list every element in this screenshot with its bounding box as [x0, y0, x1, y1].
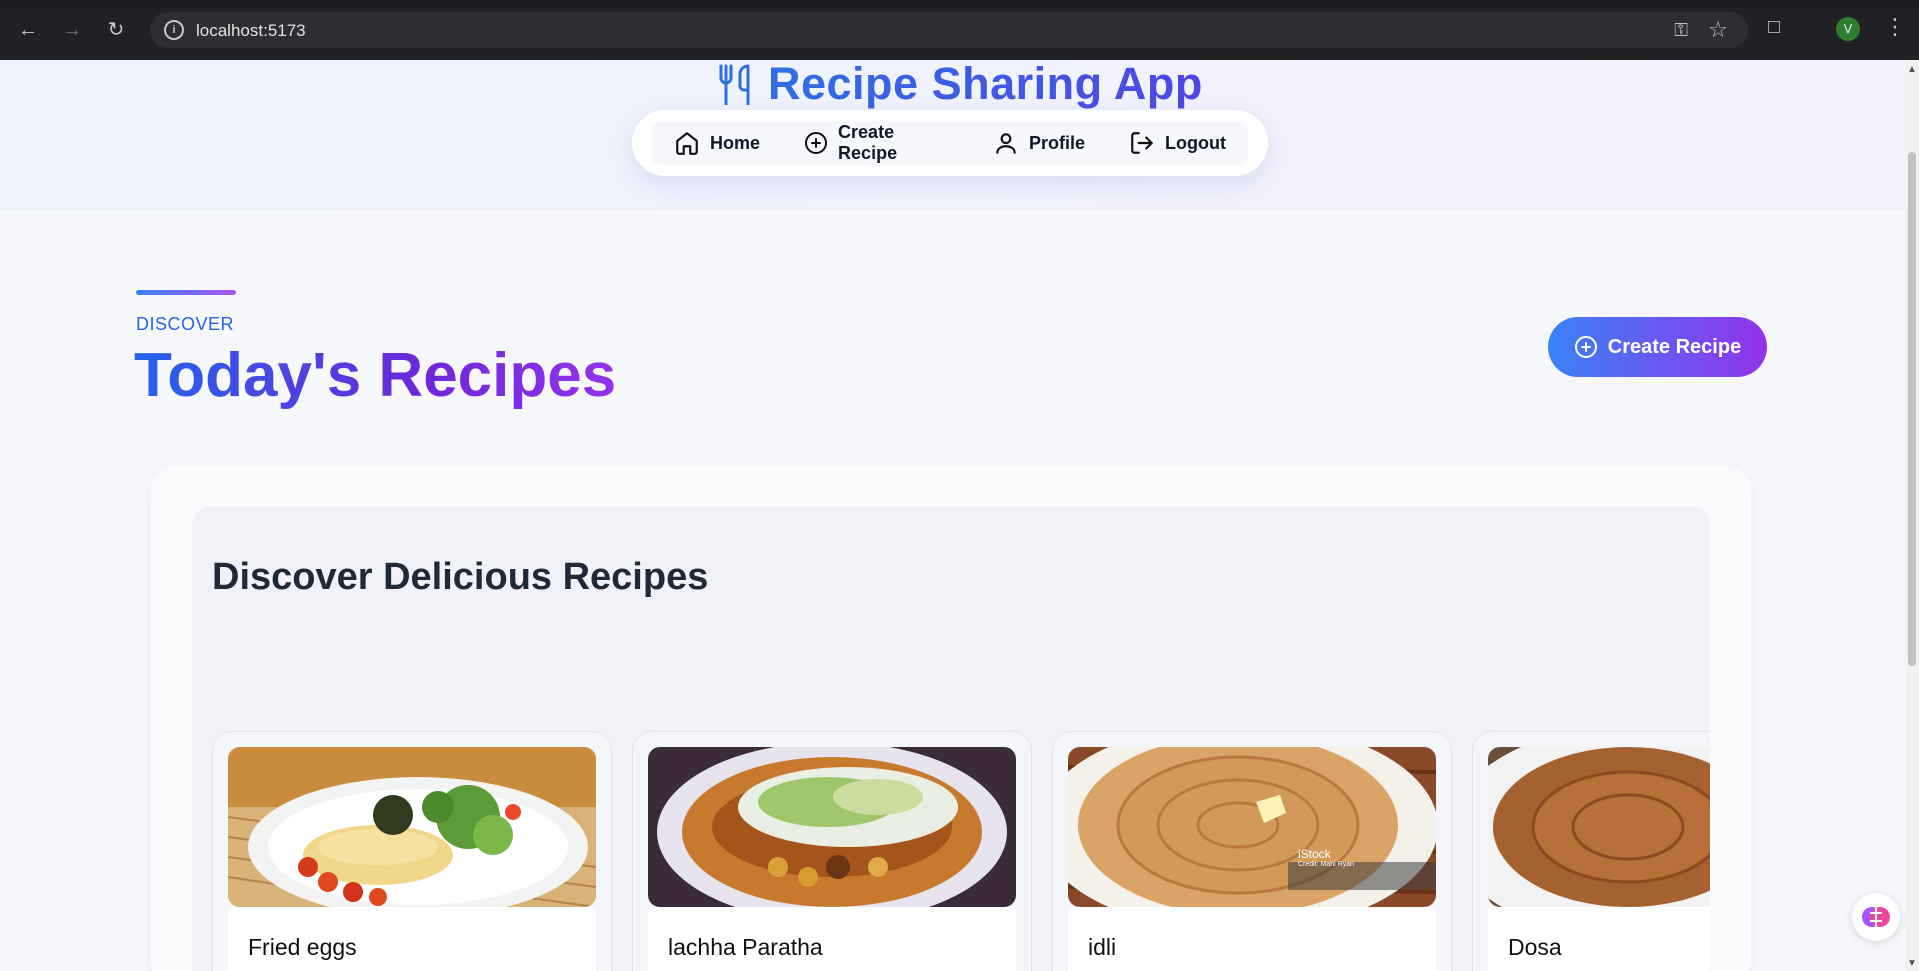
scroll-up-icon[interactable]: ▲ — [1907, 64, 1917, 75]
brand: Recipe Sharing App — [716, 58, 1203, 109]
nav-profile-label: Profile — [1029, 132, 1086, 153]
site-info-icon[interactable]: i — [164, 20, 184, 40]
recipe-name[interactable]: Dosa — [1488, 907, 1710, 971]
user-icon — [996, 133, 1016, 154]
create-recipe-button-label: Create Recipe — [1607, 335, 1742, 358]
recipe-card[interactable]: iStock Credit: Mahi Ryan idli — [1052, 731, 1452, 971]
menu-dots-icon[interactable]: ⋮ — [1884, 14, 1906, 40]
recipe-card[interactable]: Dosa — [1472, 731, 1710, 971]
back-icon[interactable]: ← — [14, 16, 42, 44]
address-bar[interactable]: i localhost:5173 ⚿ ☆ — [150, 12, 1748, 48]
reload-icon[interactable]: ↻ — [102, 16, 130, 44]
recipe-name[interactable]: lachha Paratha — [648, 907, 1016, 971]
nav-profile[interactable]: Profile — [971, 121, 1107, 165]
recipe-image[interactable] — [1488, 747, 1710, 907]
nav-logout[interactable]: Logout — [1107, 121, 1248, 165]
recipes-panel: Discover Delicious Recipes Fried eggs la… — [192, 506, 1710, 971]
scrollbar-thumb[interactable] — [1908, 152, 1916, 666]
nav-home[interactable]: Home — [652, 121, 782, 165]
floating-assistant-button[interactable] — [1852, 893, 1900, 941]
recipes-panel-title: Discover Delicious Recipes — [212, 556, 709, 598]
recipe-image[interactable] — [648, 747, 1016, 907]
plus-circle-icon — [1574, 336, 1597, 358]
url-text[interactable]: localhost:5173 — [196, 21, 306, 41]
password-key-icon[interactable]: ⚿ — [1674, 20, 1688, 41]
section-eyebrow: DISCOVER — [136, 314, 235, 334]
nav-home-label: Home — [710, 132, 761, 153]
photo-watermark: iStock — [1298, 847, 1331, 861]
nav-create-label: Create Recipe — [838, 122, 898, 163]
logout-icon — [1131, 132, 1153, 154]
photo-credit: Credit: Mahi Ryan — [1298, 861, 1355, 868]
nav-logout-label: Logout — [1165, 132, 1226, 153]
brain-icon — [1862, 907, 1890, 927]
recipe-name[interactable]: Fried eggs — [228, 907, 596, 971]
recipe-image[interactable] — [228, 747, 596, 907]
profile-avatar[interactable]: V — [1836, 17, 1860, 41]
nav-create-recipe[interactable]: Create Recipe — [782, 121, 971, 165]
create-recipe-button[interactable]: Create Recipe — [1548, 317, 1767, 377]
browser-chrome: ← → ↻ i localhost:5173 ⚿ ☆ □ V ⋮ — [0, 0, 1919, 60]
recipe-image[interactable] — [1068, 747, 1436, 907]
home-icon — [676, 132, 698, 155]
recipe-name[interactable]: idli — [1068, 907, 1436, 971]
accent-bar — [136, 290, 236, 295]
main-nav: Home Create Recipe Profile Logout — [632, 110, 1268, 176]
recipe-card[interactable]: lachha Paratha — [632, 731, 1032, 971]
bookmark-star-icon[interactable]: ☆ — [1708, 17, 1728, 43]
tab-strip — [0, 0, 1919, 8]
fork-knife-icon — [719, 64, 750, 105]
app-title: Recipe Sharing App — [768, 58, 1203, 109]
recipe-card[interactable]: Fried eggs — [212, 731, 612, 971]
forward-icon[interactable]: → — [58, 16, 86, 44]
page-scrollbar[interactable]: ▲ ▼ — [1905, 60, 1919, 971]
scroll-down-icon[interactable]: ▼ — [1907, 958, 1917, 969]
plus-circle-icon — [805, 131, 828, 155]
page-title: Today's Recipes — [134, 341, 617, 410]
extensions-icon[interactable]: □ — [1768, 16, 1780, 39]
